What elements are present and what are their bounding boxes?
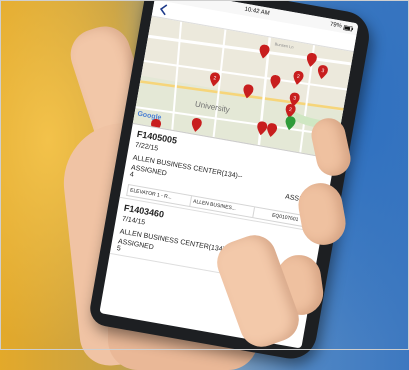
photo-frame [0,0,409,350]
